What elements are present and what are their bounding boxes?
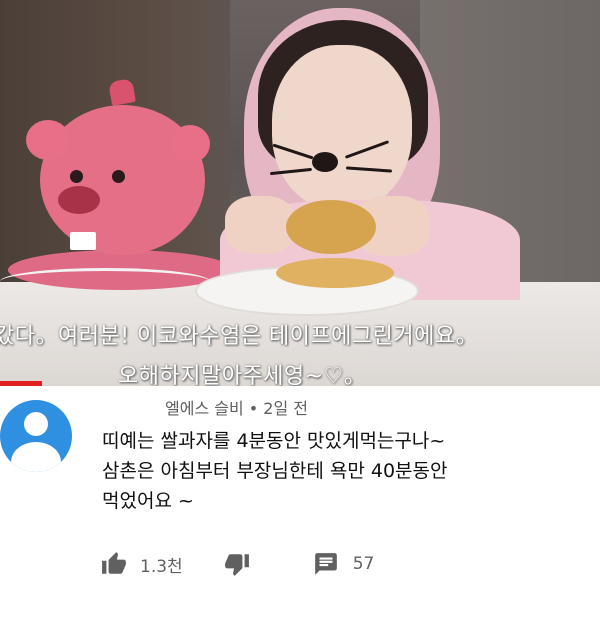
cable xyxy=(0,268,210,295)
rice-cracker xyxy=(276,258,394,288)
comment-text: 띠예는 쌀과자를 4분동안 맛있게먹는구나~ 삼촌은 아침부터 부장님한테 욕만… xyxy=(102,430,448,512)
rice-cracker xyxy=(286,200,376,254)
video-player[interactable]: 갔다。여러분! 이코와수염은 테이프에그린거에요。 오해하지말아주세영~♡。 xyxy=(0,0,600,386)
plush-eye xyxy=(70,170,83,183)
reply-count: 57 xyxy=(352,554,375,574)
plush-eye xyxy=(112,170,125,183)
painted-nose xyxy=(312,152,338,172)
plush-nose xyxy=(58,186,100,214)
like-count: 1.3천 xyxy=(140,556,183,577)
like-button[interactable]: 1.3천 xyxy=(100,551,183,577)
video-progress-bar[interactable] xyxy=(0,381,42,386)
plush-ear xyxy=(170,125,210,163)
comment-actions: 1.3천 57 xyxy=(100,547,374,581)
subtitle-line-2: 오해하지말아주세영~♡。 xyxy=(118,364,367,386)
reply-button[interactable]: 57 xyxy=(313,551,375,577)
plush-teeth xyxy=(70,232,96,250)
dislike-button[interactable] xyxy=(223,551,251,577)
plush-ear xyxy=(26,120,70,160)
person-hand xyxy=(225,196,295,254)
avatar-head xyxy=(24,412,48,436)
subtitle-line-1: 갔다。여러분! 이코와수염은 테이프에그린거에요。 xyxy=(0,324,479,349)
thumbs-down-icon xyxy=(223,551,251,577)
avatar-shoulders xyxy=(11,442,61,472)
avatar[interactable] xyxy=(0,400,72,472)
thumbs-up-icon xyxy=(100,551,128,577)
comment-bubble-icon xyxy=(313,551,339,577)
meta-separator: • xyxy=(243,399,264,418)
comment-author[interactable]: 엘에스 슬비 xyxy=(165,399,244,418)
comment-meta: 엘에스 슬비 • 2일 전 xyxy=(165,395,308,419)
comment-time: 2일 전 xyxy=(263,399,309,418)
person-face xyxy=(272,45,412,210)
